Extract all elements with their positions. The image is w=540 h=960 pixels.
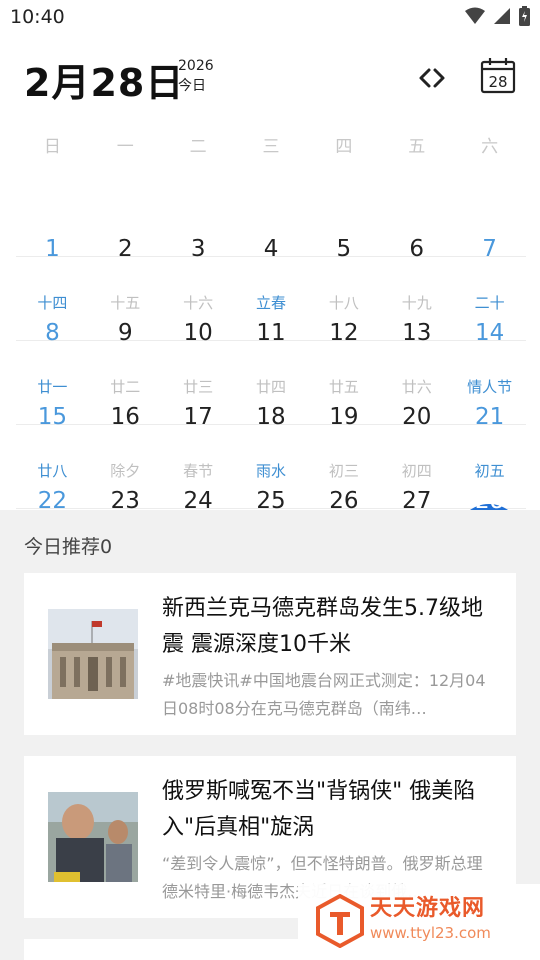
day-number: 1 (45, 236, 60, 262)
lunar-label: 十六 (183, 294, 214, 312)
lunar-label: 十五 (110, 294, 141, 312)
year-block: 2026 今日 (178, 56, 214, 96)
weekday-label: 六 (481, 137, 499, 157)
news-title: 新西兰克马德克群岛发生5.7级地震 震源深度10千米 (162, 596, 483, 657)
news-title: 俄罗斯喊冤不当"背锅侠" 俄美陷入"后真相"旋涡 (162, 779, 476, 840)
lunar-label: 廿三 (183, 378, 214, 396)
watermark-url: www.ttyl23.com (370, 924, 491, 942)
weekday-label: 三 (262, 137, 280, 157)
news-thumbnail (48, 792, 138, 882)
news-card[interactable]: 新西兰克马德克群岛发生5.7级地震 震源深度10千米 #地震快讯#中国地震台网正… (24, 573, 516, 735)
day-number: 16 (110, 404, 140, 430)
lunar-label: 十九 (401, 294, 432, 312)
weekday-label: 四 (335, 137, 353, 157)
lunar-label: 初三 (328, 462, 359, 480)
day-number: 17 (183, 404, 213, 430)
day-number: 15 (37, 404, 68, 430)
lunar-label: 雨水 (256, 462, 287, 480)
year-label: 2026 (178, 58, 214, 74)
day-number: 3 (190, 236, 206, 262)
day-number: 2 (117, 236, 133, 262)
day-number: 14 (474, 320, 505, 346)
today-label: 今日 (178, 78, 206, 94)
calendar-icon-day: 28 (488, 73, 507, 91)
day-number: 10 (183, 320, 213, 346)
lunar-label: 初四 (401, 462, 432, 480)
lunar-label: 初五 (474, 462, 505, 480)
day-number: 19 (329, 404, 359, 430)
watermark-name: 天天游戏网 (370, 896, 486, 921)
recommend-title: 今日推荐0 (24, 536, 113, 558)
day-number: 18 (256, 404, 286, 430)
news-thumbnail (48, 609, 138, 699)
day-number: 11 (256, 320, 286, 346)
status-bar: 10:40 (0, 0, 540, 36)
calendar-header: 2月28日 2026 今日 28 (0, 50, 540, 110)
day-number: 21 (474, 404, 505, 430)
lunar-label: 廿八 (37, 462, 68, 480)
day-number: 5 (336, 236, 352, 262)
lunar-label: 廿六 (401, 378, 432, 396)
day-number: 6 (409, 236, 425, 262)
lunar-label: 情人节 (467, 378, 513, 396)
lunar-label: 廿一 (37, 378, 68, 396)
status-icons (465, 6, 530, 26)
day-number: 12 (329, 320, 359, 346)
lunar-label: 十四 (37, 294, 68, 312)
lunar-label: 十八 (328, 294, 359, 312)
lunar-label: 除夕 (110, 462, 141, 480)
status-time: 10:40 (10, 6, 65, 28)
lunar-label: 立春 (256, 294, 287, 312)
lunar-label: 廿五 (328, 378, 359, 396)
signal-icon (494, 8, 510, 24)
weekday-row: 日 一 二 三 四 五 六 (16, 132, 526, 157)
wifi-icon (465, 7, 485, 24)
day-number: 9 (117, 320, 133, 346)
weekday-label: 一 (116, 137, 134, 157)
battery-icon (519, 6, 530, 26)
lunar-label: 廿四 (256, 378, 287, 396)
prev-next-arrows-icon[interactable] (414, 60, 450, 96)
day-number: 20 (402, 404, 432, 430)
news-snippet: #地震快讯#中国地震台网正式测定：12月04日08时08分在克马德克群岛（南纬… (162, 671, 486, 718)
lunar-label: 二十 (474, 294, 505, 312)
weekday-label: 日 (43, 137, 61, 157)
lunar-label: 廿二 (110, 378, 141, 396)
lunar-label: 春节 (183, 462, 214, 480)
site-watermark: 天天游戏网 www.ttyl23.com (298, 884, 540, 960)
logo-icon (316, 894, 364, 948)
day-number: 4 (263, 236, 279, 262)
weekday-label: 五 (408, 137, 426, 157)
weekday-label: 二 (189, 137, 207, 157)
day-number: 7 (482, 236, 497, 262)
calendar-today-icon[interactable]: 28 (480, 56, 516, 94)
selected-date-title: 2月28日 (24, 61, 185, 105)
day-number: 8 (45, 320, 60, 346)
day-number: 13 (402, 320, 432, 346)
